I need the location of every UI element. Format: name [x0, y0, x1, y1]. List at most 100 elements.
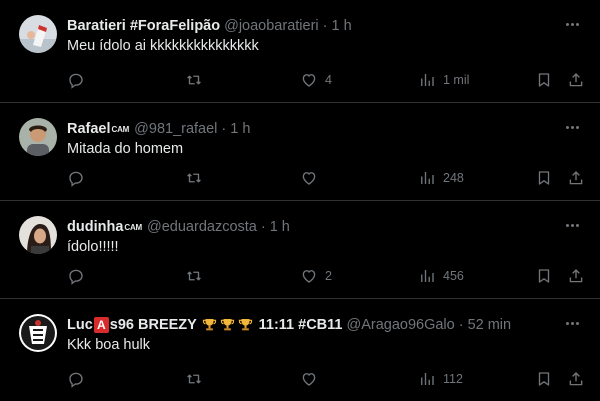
views-count: 248: [443, 171, 464, 185]
retweet-button[interactable]: [185, 266, 203, 286]
retweet-icon: [187, 173, 201, 183]
views-button[interactable]: 248: [418, 168, 464, 188]
share-button[interactable]: [567, 266, 585, 286]
display-name-part: 11:11 #CB11: [258, 316, 343, 333]
retweet-icon: [187, 374, 201, 384]
cam-badge: CAM: [124, 222, 143, 232]
heart-icon: [302, 172, 316, 185]
username[interactable]: @Aragao96Galo: [346, 317, 454, 333]
reply-button[interactable]: [67, 70, 85, 90]
trophy-icon: [238, 319, 252, 331]
share-button[interactable]: [567, 168, 585, 188]
more-icon[interactable]: [560, 215, 584, 235]
tweet-actions: 4 1 mil: [67, 70, 590, 90]
retweet-button[interactable]: [185, 369, 203, 389]
views-button[interactable]: 112: [418, 369, 463, 389]
share-button[interactable]: [567, 70, 585, 90]
views-count: 456: [443, 269, 464, 283]
more-icon[interactable]: [560, 313, 584, 333]
retweet-icon: [187, 75, 201, 85]
trophy-icon: [220, 319, 234, 331]
separator: ·: [260, 219, 266, 235]
tweet-header: dudinha CAM @eduardazcosta · 1 h: [67, 217, 560, 237]
tweet-text: Mitada do homem: [67, 141, 184, 157]
display-name-part: Luc: [67, 316, 93, 333]
avatar[interactable]: [19, 314, 57, 352]
bookmark-icon: [538, 269, 550, 283]
views-button[interactable]: 456: [418, 266, 464, 286]
avatar[interactable]: [19, 216, 57, 254]
reply-icon: [69, 171, 83, 187]
reply-icon: [69, 73, 83, 89]
reply-icon: [69, 269, 83, 285]
heart-icon: [302, 373, 316, 386]
separator: ·: [458, 317, 464, 333]
display-name[interactable]: Baratieri #ForaFelipão: [67, 18, 220, 34]
tweet-text: Meu ídolo ai kkkkkkkkkkkkkkk: [67, 38, 259, 54]
more-icon[interactable]: [560, 117, 584, 137]
views-icon: [421, 172, 434, 184]
bookmark-icon: [538, 171, 550, 185]
tweet-header: Rafael CAM @981_rafael · 1 h: [67, 119, 560, 139]
share-icon: [569, 73, 583, 87]
retweet-icon: [187, 271, 201, 281]
bookmark-button[interactable]: [535, 369, 553, 389]
like-button[interactable]: [300, 369, 318, 389]
like-button[interactable]: [300, 168, 318, 188]
avatar[interactable]: [19, 118, 57, 156]
share-button[interactable]: [567, 369, 585, 389]
avatar[interactable]: [19, 15, 57, 53]
tweet-header: Luc As96 BREEZY 11:11 #CB11 @Aragao96Galo…: [67, 315, 560, 335]
tweet-actions: 248: [67, 168, 590, 188]
bookmark-button[interactable]: [535, 70, 553, 90]
reply-button[interactable]: [67, 168, 85, 188]
like-button[interactable]: 2: [300, 266, 332, 286]
reply-button[interactable]: [67, 266, 85, 286]
like-count: 4: [325, 73, 332, 87]
share-icon: [569, 171, 583, 185]
separator: ·: [221, 121, 227, 137]
tweet-text: Kkk boa hulk: [67, 337, 151, 353]
tweet[interactable]: dudinha CAM @eduardazcosta · 1 h ídolo!!…: [0, 201, 600, 299]
tweet[interactable]: Baratieri #ForaFelipão @joaobaratieri · …: [0, 0, 600, 103]
heart-icon: [302, 74, 316, 87]
tweet[interactable]: Rafael CAM @981_rafael · 1 h Mitada do h…: [0, 103, 600, 201]
display-name[interactable]: Rafael: [67, 121, 111, 137]
username[interactable]: @981_rafael: [134, 121, 217, 137]
share-icon: [569, 269, 583, 283]
separator: ·: [322, 18, 328, 34]
cam-badge: CAM: [111, 124, 130, 134]
bookmark-button[interactable]: [535, 266, 553, 286]
timestamp[interactable]: 1 h: [331, 18, 351, 34]
bookmark-icon: [538, 372, 550, 386]
bookmark-button[interactable]: [535, 168, 553, 188]
retweet-button[interactable]: [185, 168, 203, 188]
timeline-feed: Baratieri #ForaFelipão @joaobaratieri · …: [0, 0, 600, 401]
views-button[interactable]: 1 mil: [418, 70, 469, 90]
username[interactable]: @eduardazcosta: [147, 219, 257, 235]
timestamp[interactable]: 1 h: [230, 121, 250, 137]
display-name[interactable]: dudinha: [67, 219, 123, 235]
more-icon[interactable]: [560, 14, 584, 34]
share-icon: [569, 372, 583, 386]
views-count: 1 mil: [443, 73, 470, 87]
tweet-actions: 2 456: [67, 266, 590, 286]
like-button[interactable]: 4: [300, 70, 332, 90]
like-count: 2: [325, 269, 332, 283]
timestamp[interactable]: 1 h: [270, 219, 290, 235]
tweet-actions: 112: [67, 369, 590, 389]
reply-button[interactable]: [67, 369, 85, 389]
tweet[interactable]: Luc As96 BREEZY 11:11 #CB11 @Aragao96Galo…: [0, 299, 600, 401]
tweet-text: ídolo!!!!!: [67, 239, 119, 255]
retweet-button[interactable]: [185, 70, 203, 90]
heart-icon: [302, 270, 316, 283]
red-letter-emoji: A: [93, 316, 109, 333]
timestamp[interactable]: 52 min: [468, 317, 512, 333]
display-name[interactable]: Luc As96 BREEZY 11:11 #CB11: [67, 316, 343, 333]
tweet-header: Baratieri #ForaFelipão @joaobaratieri · …: [67, 16, 560, 36]
views-icon: [421, 74, 434, 86]
views-icon: [421, 270, 434, 282]
display-name-part: s96 BREEZY: [109, 316, 197, 333]
username[interactable]: @joaobaratieri: [224, 18, 319, 34]
views-icon: [421, 373, 434, 385]
